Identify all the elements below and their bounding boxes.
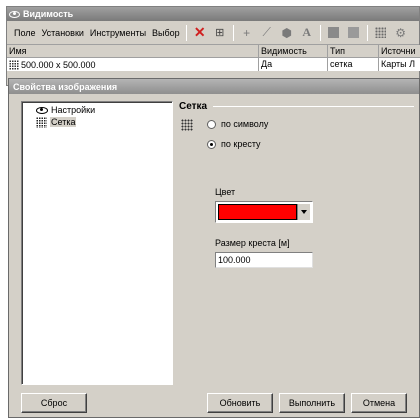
update-button[interactable]: Обновить: [207, 393, 273, 413]
visibility-window: Видимость Поле Установки Инструменты Выб…: [6, 6, 420, 86]
column-header-visibility[interactable]: Видимость: [259, 45, 328, 57]
cancel-button[interactable]: Отмена: [351, 393, 407, 413]
chevron-down-icon: [301, 210, 307, 214]
grid-icon[interactable]: [373, 25, 389, 41]
toolbar-separator: [185, 24, 187, 41]
group-divider: [213, 106, 414, 107]
grid-icon: [36, 116, 47, 128]
menu-field[interactable]: Поле: [11, 28, 39, 38]
dialog-title-bar[interactable]: Свойства изображения: [9, 79, 419, 94]
menu-select[interactable]: Выбор: [149, 28, 183, 38]
column-header-name[interactable]: Имя: [7, 45, 259, 57]
tree-item-label: Настройки: [51, 105, 96, 115]
table-header: Имя Видимость Тип Источни: [7, 45, 420, 58]
add-text-icon[interactable]: A: [299, 25, 315, 41]
cell-visibility: Да: [259, 58, 328, 71]
menu-tools[interactable]: Инструменты: [87, 28, 149, 38]
properties-tree: Настройки Сетка: [21, 101, 173, 385]
toolbar-separator: [366, 24, 368, 41]
layer-alt-icon[interactable]: [346, 25, 362, 41]
eye-icon: [36, 106, 48, 114]
eye-icon: [9, 10, 20, 18]
radio-label: по символу: [221, 119, 269, 129]
table-row[interactable]: 500.000 x 500.000 Да сетка Карты Л: [7, 58, 420, 71]
image-properties-dialog: Свойства изображения Настройки Сетка Сет…: [8, 78, 420, 418]
reset-button[interactable]: Сброс: [21, 393, 87, 413]
tree-item-settings[interactable]: Настройки: [36, 104, 172, 116]
group-title: Сетка: [179, 101, 414, 112]
toolbar-separator: [232, 24, 234, 41]
radio-by-symbol[interactable]: по символу: [207, 119, 268, 129]
settings-icon[interactable]: ⚙: [393, 25, 409, 41]
add-line-icon[interactable]: ⟋: [259, 25, 275, 41]
tree-item-grid[interactable]: Сетка: [36, 116, 172, 128]
grid-icon: [181, 119, 193, 131]
radio-by-cross[interactable]: по кресту: [207, 139, 261, 149]
cell-source: Карты Л: [381, 59, 416, 69]
layer-icon[interactable]: [326, 25, 342, 41]
visibility-toolbar: Поле Установки Инструменты Выбор ✕ ⊞ + ⟋…: [7, 21, 419, 45]
add-polygon-icon[interactable]: ⬢: [279, 25, 295, 41]
radio-label: по кресту: [221, 139, 261, 149]
delete-icon[interactable]: ✕: [192, 24, 208, 41]
cross-size-label: Размер креста [м]: [215, 238, 290, 248]
dropdown-button[interactable]: [297, 204, 310, 220]
group-title-text: Сетка: [179, 101, 208, 112]
cell-name: 500.000 x 500.000: [7, 58, 259, 71]
cell-name-text: 500.000 x 500.000: [21, 59, 96, 70]
run-button[interactable]: Выполнить: [279, 393, 345, 413]
grid-settings-panel: Сетка по символу по кресту Цвет Размер к…: [179, 101, 414, 268]
cross-size-input[interactable]: [215, 252, 313, 268]
properties-icon[interactable]: ⊞: [212, 25, 228, 41]
column-header-source[interactable]: Источни: [379, 45, 420, 57]
radio-button-checked[interactable]: [207, 139, 216, 149]
radio-button[interactable]: [207, 119, 216, 129]
layers-table: Имя Видимость Тип Источни 500.000 x 500.…: [7, 45, 420, 71]
tree-item-label: Сетка: [50, 117, 77, 127]
color-label: Цвет: [215, 187, 236, 197]
cell-type: сетка: [328, 58, 379, 71]
column-header-type[interactable]: Тип: [328, 45, 379, 57]
add-point-icon[interactable]: +: [239, 25, 255, 41]
color-swatch: [218, 204, 297, 220]
visibility-title-bar[interactable]: Видимость: [7, 7, 419, 21]
grid-icon: [9, 59, 19, 70]
menu-settings[interactable]: Установки: [39, 28, 87, 38]
dialog-title: Свойства изображения: [13, 81, 118, 92]
toolbar-separator: [319, 24, 321, 41]
color-select[interactable]: [215, 201, 313, 223]
visibility-title: Видимость: [23, 9, 74, 19]
